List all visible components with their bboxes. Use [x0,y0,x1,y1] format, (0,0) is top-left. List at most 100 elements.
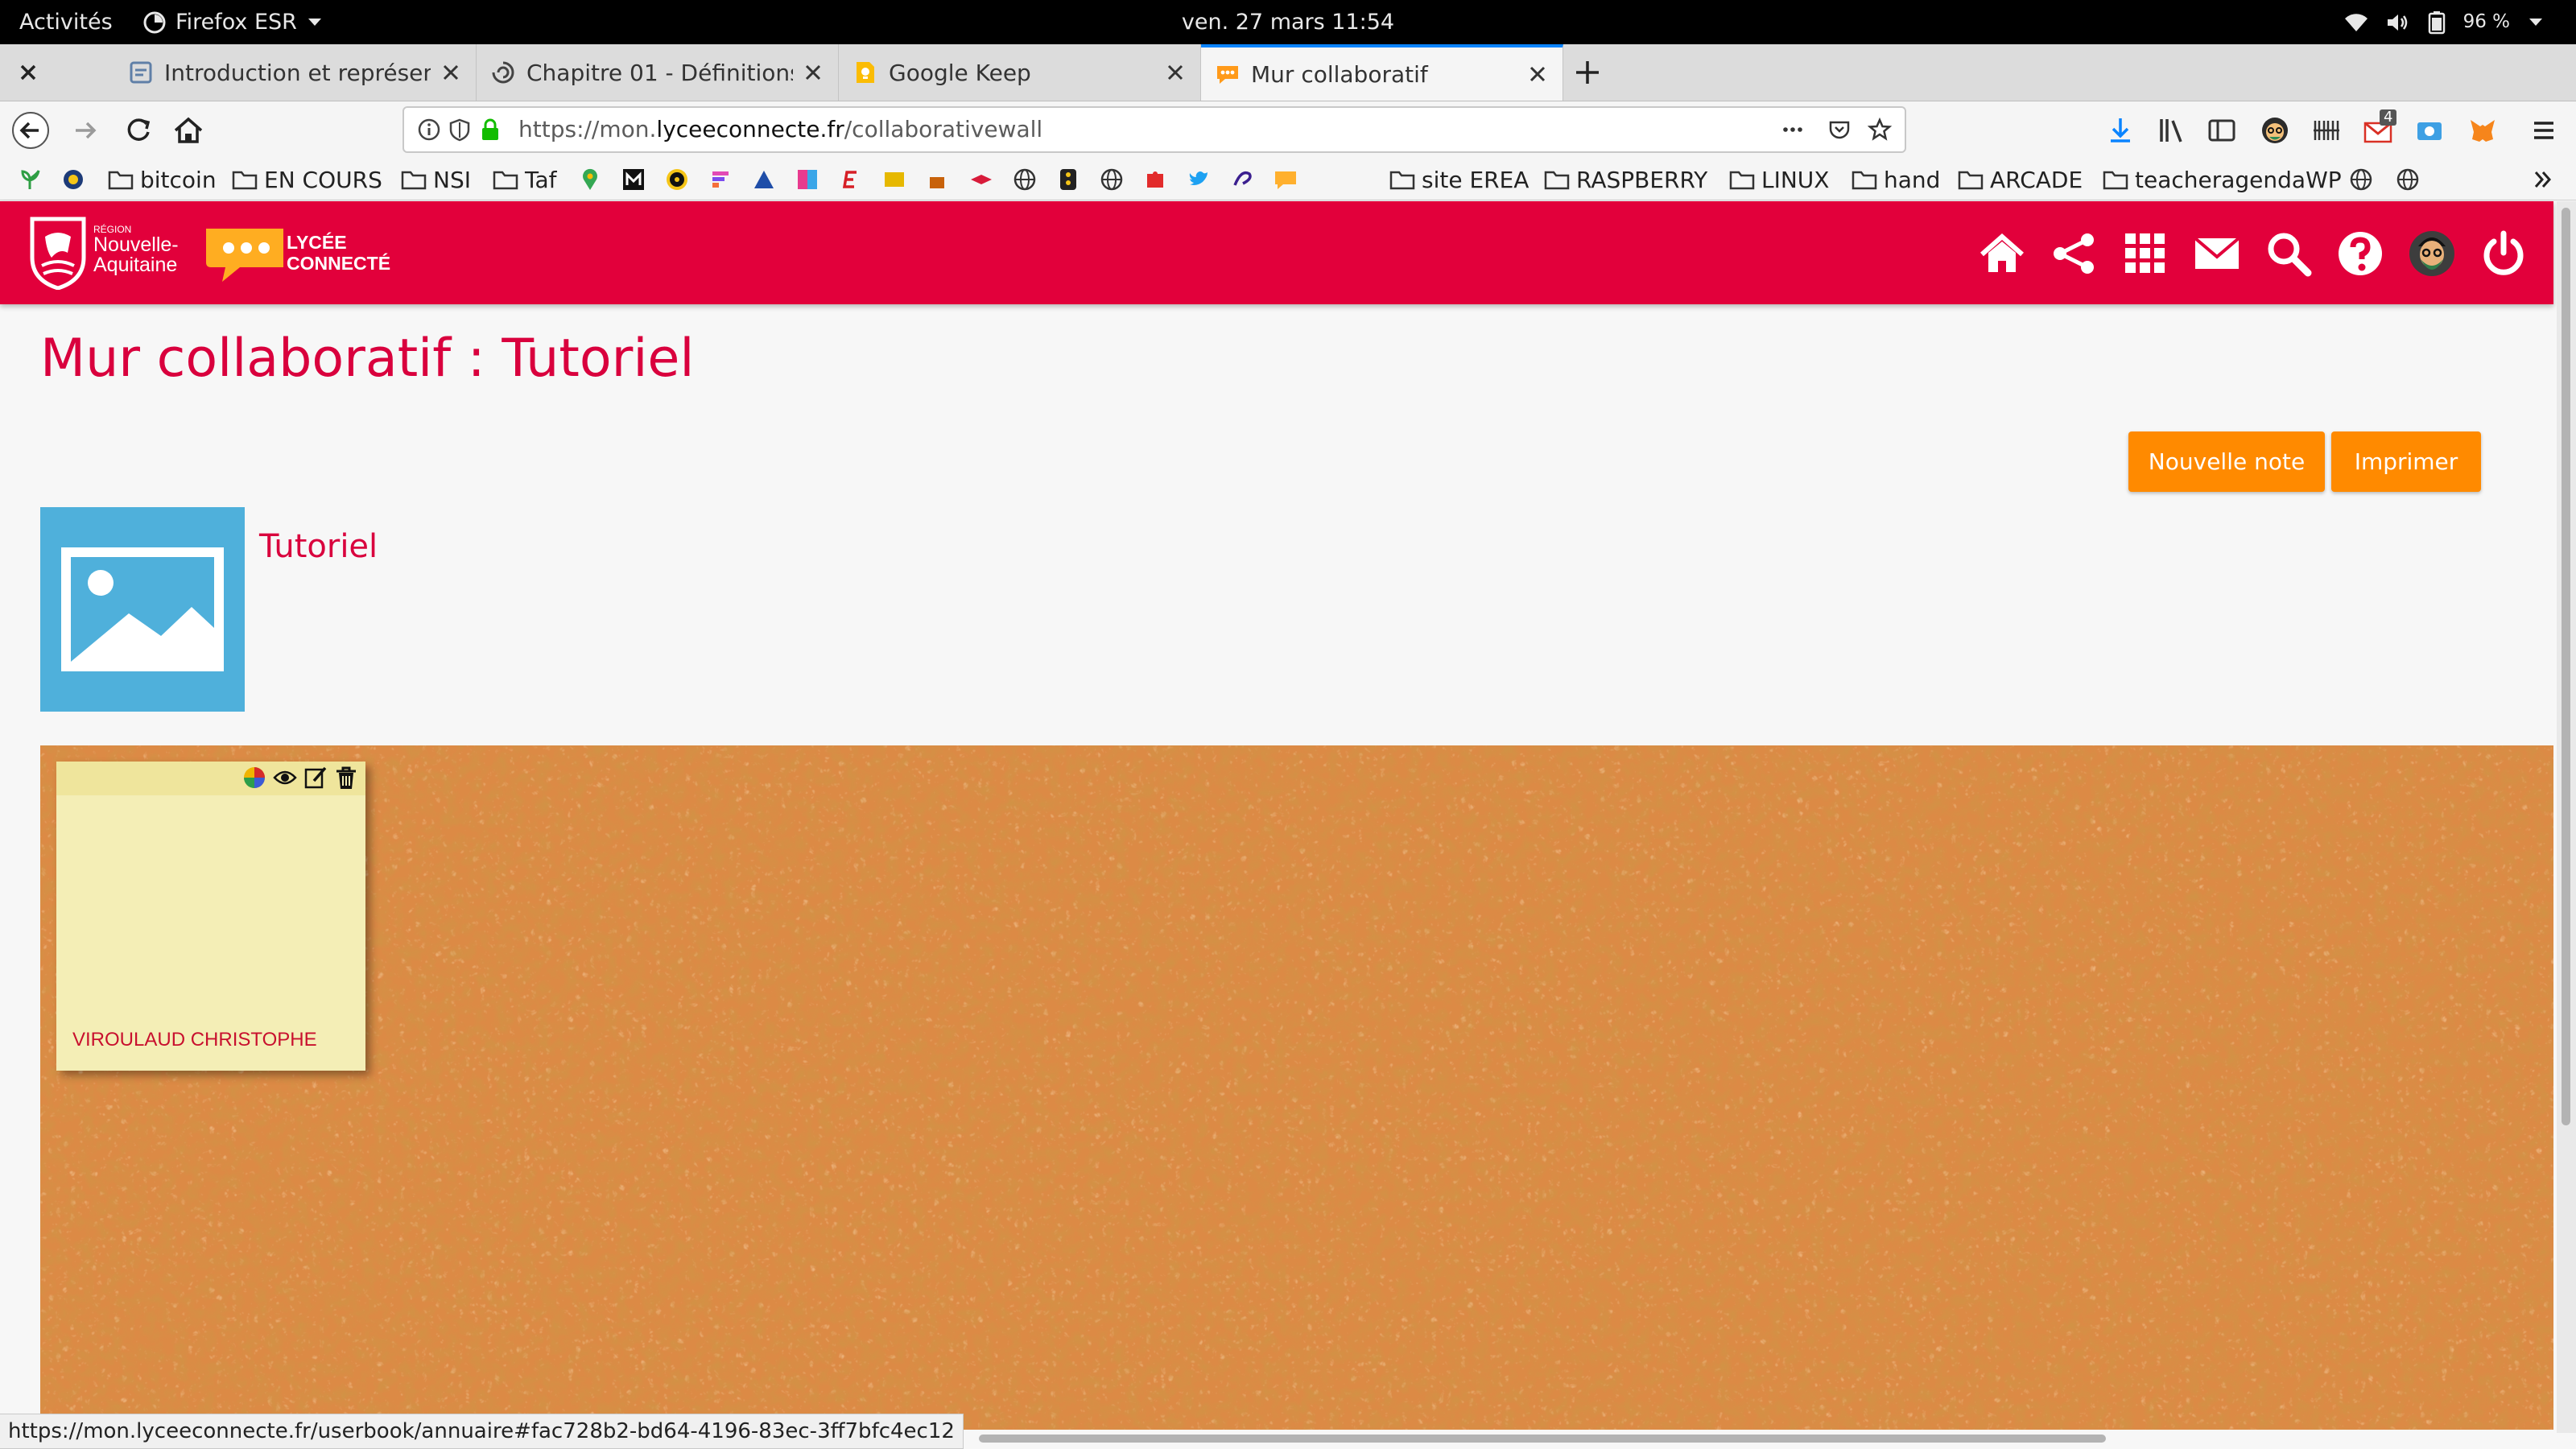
page-actions-icon[interactable] [1781,118,1805,142]
bookmark-folder-en-cours[interactable]: EN COURS [232,159,382,200]
info-icon[interactable] [417,118,441,142]
bookmark-puzzle-icon[interactable] [1143,167,1167,192]
color-picker-icon[interactable] [242,765,267,791]
status-menu[interactable]: 96 % [2344,0,2544,44]
bookmark-figma-icon[interactable] [708,167,733,192]
forward-icon[interactable] [66,111,105,150]
avatar-extension-icon[interactable] [2259,114,2291,147]
home-icon[interactable] [169,111,208,150]
close-tab-icon[interactable] [803,62,824,83]
link-status-bar: https://mon.lyceeconnecte.fr/userbook/an… [0,1414,964,1449]
library-icon[interactable] [2156,114,2188,147]
bookmark-folder-bitcoin[interactable]: bitcoin [108,159,217,200]
tab-google-keep[interactable]: Google Keep [839,44,1201,101]
pocket-icon[interactable] [1827,118,1852,142]
trash-icon[interactable] [333,765,359,791]
horizontal-scrollbar[interactable] [979,1435,2106,1443]
bookmark-folder-teacheragenda[interactable]: teacheragendaWP [2103,159,2342,200]
folder-icon [108,171,134,190]
barcode-extension-icon[interactable] [2310,114,2343,147]
folder-icon [1389,171,1415,190]
apps-grid-icon[interactable] [2122,230,2169,277]
chevron-double-right-icon[interactable] [2531,167,2555,192]
bookmark-globe-icon[interactable] [61,167,85,192]
mail-extension[interactable]: 4 [2362,109,2397,147]
bookmark-gradient-icon[interactable] [795,167,819,192]
downloads-icon[interactable] [2104,114,2136,147]
clock[interactable]: ven. 27 mars 11:54 [0,0,2576,44]
twitter-icon[interactable] [1187,167,1211,192]
close-tab-icon[interactable] [440,62,461,83]
edit-icon[interactable] [303,765,328,791]
globe-icon[interactable] [2396,167,2420,192]
shield-icon[interactable] [448,118,472,142]
site-header: RÉGION Nouvelle- Aquitaine LYCÉE CONNECT… [0,201,2553,304]
print-button[interactable]: Imprimer [2331,431,2481,492]
tab-mur-collaboratif[interactable]: Mur collaboratif [1201,44,1563,101]
screenshot-extension-icon[interactable] [2413,114,2446,147]
globe-icon[interactable] [1100,167,1124,192]
lock-icon[interactable] [478,118,502,142]
bookmark-folder-raspberry[interactable]: RASPBERRY [1544,159,1707,200]
cork-texture [40,745,2553,1430]
region-logo[interactable]: RÉGION Nouvelle- Aquitaine [27,216,188,290]
folder-icon [1852,171,1877,190]
bookmark-yellow-icon[interactable] [882,167,906,192]
scrollbar-thumb[interactable] [2562,208,2570,1125]
note-author[interactable]: VIROULAUD CHRISTOPHE [72,1029,317,1051]
bookmark-folder-site-erea[interactable]: site EREA [1389,159,1529,200]
metamask-icon[interactable] [2467,114,2499,147]
bookmark-folder-arcade[interactable]: ARCADE [1958,159,2083,200]
help-icon[interactable] [2337,230,2384,277]
wall-name[interactable]: Tutoriel [259,528,378,565]
tab-introduction[interactable]: Introduction et représent [114,44,477,101]
image-placeholder-icon [61,547,224,671]
bookmark-m-icon[interactable] [621,167,646,192]
loading-icon [492,61,514,84]
bookmark-star-icon[interactable] [1868,118,1892,142]
lycee-connecte-logo[interactable]: LYCÉE CONNECTÉ [204,224,390,285]
menu-icon[interactable] [2528,114,2560,147]
bookmark-triangle-icon[interactable] [752,167,776,192]
mail-icon[interactable] [2194,230,2240,277]
globe-icon[interactable] [1013,167,1037,192]
sidebar-icon[interactable] [2206,114,2238,147]
bookmark-e-icon[interactable] [839,167,863,192]
maps-pin-icon[interactable] [578,167,602,192]
close-icon[interactable] [16,60,40,85]
close-tab-icon[interactable] [1527,64,1548,85]
tab-chapitre-01[interactable]: Chapitre 01 - Définitions [477,44,839,101]
bookmark-red-diamond-icon[interactable] [969,167,993,192]
mail-badge: 4 [2380,109,2397,126]
bookmark-orange-icon[interactable] [926,167,950,192]
new-note-button[interactable]: Nouvelle note [2128,431,2325,492]
bookmark-folder-nsi[interactable]: NSI [401,159,471,200]
bookmark-folder-linux[interactable]: LINUX [1729,159,1829,200]
tab-title: Mur collaboratif [1251,60,1428,88]
eye-icon[interactable] [272,765,298,791]
new-tab-icon[interactable] [1574,59,1601,86]
bookmark-traffic-icon[interactable] [1056,167,1080,192]
url-text[interactable]: https://mon.lyceeconnecte.fr/collaborati… [518,108,1042,151]
home-icon[interactable] [1979,230,2025,277]
globe-icon[interactable] [2349,167,2373,192]
user-avatar-icon[interactable] [2409,230,2455,277]
sticky-note[interactable]: VIROULAUD CHRISTOPHE [56,762,365,1071]
vertical-scrollbar[interactable] [2557,201,2576,1433]
bookmark-plant-icon[interactable] [18,167,42,192]
bookmark-chat-icon[interactable] [1274,167,1298,192]
search-icon[interactable] [2265,230,2312,277]
bookmark-folder-hand[interactable]: hand [1852,159,1940,200]
reload-icon[interactable] [119,111,158,150]
connecte-label: CONNECTÉ [287,253,391,274]
back-icon[interactable] [11,111,50,150]
share-network-icon[interactable] [2050,230,2097,277]
bookmark-swirl-icon[interactable] [1230,167,1254,192]
close-tab-icon[interactable] [1165,62,1186,83]
bookmark-folder-taf[interactable]: Taf [493,159,556,200]
bookmark-radiation-icon[interactable] [665,167,689,192]
address-bar[interactable]: https://mon.lyceeconnecte.fr/collaborati… [402,106,1906,153]
power-icon[interactable] [2480,230,2527,277]
tab-title: Chapitre 01 - Définitions [526,59,793,86]
corkboard[interactable]: VIROULAUD CHRISTOPHE [40,745,2553,1430]
